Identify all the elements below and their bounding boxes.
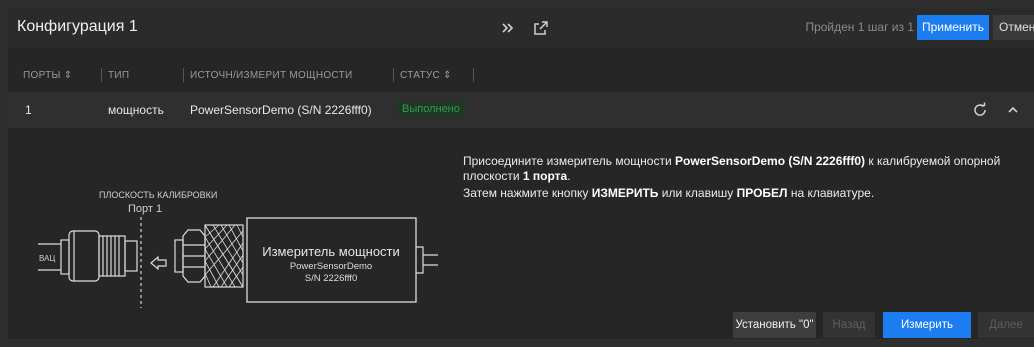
next-button[interactable]: Далее (978, 312, 1034, 338)
power-meter-box: Измеритель мощности PowerSensorDemo S/N … (246, 217, 438, 303)
type-cell: мощность (108, 103, 164, 117)
arrow-left-icon (150, 255, 167, 271)
cancel-button[interactable]: Отмена (993, 15, 1034, 40)
sort-icon: ⇕ (63, 70, 73, 81)
port-label: Порт 1 (128, 203, 162, 215)
window-title: Конфигурация 1 (17, 18, 138, 35)
instruction-line-2: Затем нажмите кнопку ИЗМЕРИТЬ или клавиш… (463, 186, 875, 200)
refresh-icon[interactable] (971, 101, 989, 119)
column-header-status[interactable]: СТАТУС ⇕ (400, 70, 452, 81)
column-divider (183, 68, 184, 82)
back-button[interactable]: Назад (823, 312, 875, 338)
table-row[interactable]: 1 мощность PowerSensorDemo (S/N 2226fff0… (8, 92, 1034, 128)
set-zero-button[interactable]: Установить "0" (733, 312, 816, 338)
device-cell: PowerSensorDemo (S/N 2226fff0) (190, 103, 372, 117)
table-header: ПОРТЫ ⇕ ТИП ИСТОЧН/ИЗМЕРИТ МОЩНОСТИ СТАТ… (8, 66, 1034, 88)
column-header-device[interactable]: ИСТОЧН/ИЗМЕРИТ МОЩНОСТИ (190, 70, 353, 81)
header-bar: Конфигурация 1 Пройден 1 шаг из 1 Примен… (8, 8, 1034, 48)
meter-title: Измеритель мощности (262, 244, 400, 259)
power-sensor-connector-icon (174, 224, 244, 288)
open-external-icon[interactable] (532, 19, 550, 37)
sort-icon: ⇕ (443, 70, 452, 81)
column-divider (101, 68, 102, 82)
instructions: Присоедините измеритель мощности PowerSe… (463, 154, 1003, 203)
connection-diagram: ПЛОСКОСТЬ КАЛИБРОВКИ Порт 1 ВАЦ Измерите… (38, 190, 438, 308)
step-progress-text: Пройден 1 шаг из 1 (805, 20, 914, 34)
chevron-up-icon[interactable] (1004, 101, 1022, 119)
apply-button[interactable]: Применить (917, 15, 989, 40)
meter-serial: S/N 2226fff0 (305, 273, 357, 284)
double-chevron-right-icon[interactable] (499, 19, 517, 37)
status-badge: Выполнено (396, 101, 466, 117)
column-divider (393, 68, 394, 82)
measure-button[interactable]: Измерить (883, 312, 971, 338)
meter-model: PowerSensorDemo (290, 261, 372, 272)
port-cell: 1 (25, 103, 32, 117)
calibration-window: Конфигурация 1 Пройден 1 шаг из 1 Примен… (8, 8, 1034, 339)
column-divider (473, 68, 474, 82)
calibration-plane-label: ПЛОСКОСТЬ КАЛИБРОВКИ (99, 190, 217, 200)
column-header-ports[interactable]: ПОРТЫ ⇕ (23, 70, 72, 81)
vna-label: ВАЦ (39, 254, 55, 263)
column-header-type[interactable]: ТИП (108, 70, 129, 81)
instruction-line-1: Присоедините измеритель мощности PowerSe… (463, 154, 1001, 183)
